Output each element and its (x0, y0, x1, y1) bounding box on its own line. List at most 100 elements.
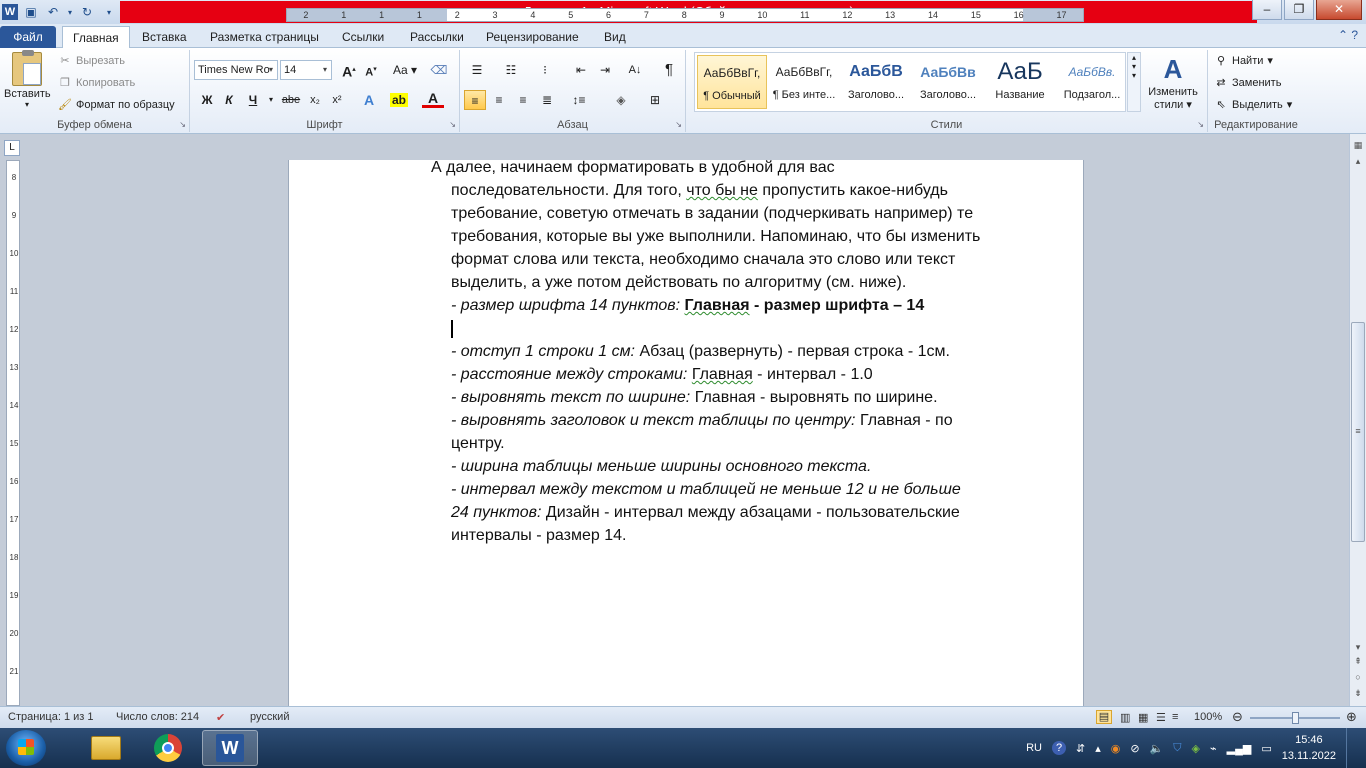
style-heading-2[interactable]: АаБбВв Заголово... (913, 55, 983, 109)
help-icon[interactable]: ⌃ ? (1338, 28, 1358, 42)
borders-icon[interactable]: ⊞ (644, 90, 666, 110)
bold-button[interactable]: Ж (196, 90, 218, 110)
show-marks-button[interactable]: ¶ (658, 60, 680, 80)
tab-page-layout[interactable]: Разметка страницы (200, 26, 329, 48)
vertical-scrollbar[interactable]: ▦ ▴ ≡ ▾ ⇞ ○ ⇟ (1349, 134, 1366, 706)
zoom-out-icon[interactable]: ⊖ (1232, 709, 1243, 725)
tab-home[interactable]: Главная (62, 26, 130, 49)
sort-icon[interactable]: A↓ (624, 60, 646, 80)
previous-page-icon[interactable]: ⇞ (1350, 656, 1366, 667)
tab-review[interactable]: Рецензирование (476, 26, 589, 48)
signal-icon[interactable]: ▂▄▆ (1227, 742, 1252, 755)
show-desktop-button[interactable] (1346, 728, 1356, 768)
usb-icon[interactable]: ⌁ (1210, 742, 1217, 755)
word-taskbar-button[interactable]: W (202, 730, 258, 766)
format-painter-button[interactable]: 🖌 Формат по образцу (58, 98, 175, 112)
scroll-up-icon[interactable]: ▴ (1350, 156, 1366, 167)
web-layout-icon[interactable]: ▦ (1138, 711, 1148, 724)
full-screen-reading-icon[interactable]: ▥ (1120, 711, 1130, 724)
network-activity-icon[interactable]: ⇵ (1076, 742, 1085, 755)
decrease-indent-icon[interactable]: ⇤ (570, 60, 592, 80)
word-count[interactable]: Число слов: 214 (116, 711, 199, 723)
maximize-button[interactable]: ❐ (1284, 0, 1314, 20)
font-name-select[interactable]: Times New Ro ▾ (194, 60, 278, 80)
print-layout-icon[interactable]: ▤ (1096, 710, 1112, 724)
tab-view[interactable]: Вид (594, 26, 636, 48)
align-center-icon[interactable]: ≡ (488, 90, 510, 110)
style-normal[interactable]: АаБбВвГг, ¶ Обычный (697, 55, 767, 109)
font-color-icon[interactable]: A (422, 90, 444, 108)
grow-font-button[interactable]: A▴ (338, 60, 360, 80)
document-page[interactable]: А далее, начинаем форматировать в удобно… (288, 160, 1084, 706)
highlight-icon[interactable]: ab (388, 90, 410, 110)
cut-button[interactable]: ✂ Вырезать (58, 54, 125, 68)
text-effects-icon[interactable]: A (358, 90, 380, 110)
start-button[interactable] (6, 730, 46, 766)
tray-icon-3[interactable]: ◈ (1192, 742, 1200, 755)
show-hidden-icons[interactable]: ▴ (1095, 742, 1101, 755)
copy-button[interactable]: ❐ Копировать (58, 76, 135, 90)
styles-launcher-icon[interactable]: ↘ (1197, 120, 1204, 129)
dropdown-icon[interactable]: ▾ (66, 3, 74, 21)
multilevel-list-icon[interactable]: ⁝ (534, 60, 556, 80)
language-indicator[interactable]: русский (250, 711, 289, 723)
close-button[interactable]: ✕ (1316, 0, 1362, 20)
app-tray-icon[interactable]: ◉ (1111, 742, 1121, 755)
draft-icon[interactable]: ≡ (1172, 711, 1178, 723)
tab-mailings[interactable]: Рассылки (400, 26, 474, 48)
page-count[interactable]: Страница: 1 из 1 (8, 711, 94, 723)
customize-icon[interactable]: ▾ (100, 3, 118, 21)
increase-indent-icon[interactable]: ⇥ (594, 60, 616, 80)
style-title[interactable]: АаБ Название (985, 55, 1055, 109)
select-button[interactable]: ⇖ Выделить ▾ (1214, 98, 1292, 112)
scroll-down-icon[interactable]: ▾ (1350, 642, 1366, 653)
help-icon[interactable]: ? (1052, 741, 1066, 755)
undo-icon[interactable]: ↶ (44, 3, 62, 21)
tab-file[interactable]: Файл (0, 26, 56, 48)
power-icon[interactable]: ▭ (1261, 742, 1271, 755)
save-icon[interactable]: ▣ (22, 3, 40, 21)
tray-icon-2[interactable]: ⊘ (1130, 742, 1139, 755)
explorer-taskbar-button[interactable] (78, 730, 134, 766)
horizontal-ruler[interactable]: 2 1 1 1 2 3 4 5 6 7 8 9 10 11 12 13 14 15 16 17 (286, 8, 1084, 22)
clipboard-launcher-icon[interactable]: ↘ (179, 120, 186, 129)
font-size-select[interactable]: 14 ▾ (280, 60, 332, 80)
redo-icon[interactable]: ↻ (78, 3, 96, 21)
change-case-button[interactable]: Aa ▾ (390, 60, 420, 80)
tab-references[interactable]: Ссылки (332, 26, 394, 48)
style-subtitle[interactable]: АаБбВв. Подзагол... (1057, 55, 1127, 109)
outline-icon[interactable]: ☰ (1156, 711, 1166, 724)
font-launcher-icon[interactable]: ↘ (449, 120, 456, 129)
strikethrough-button[interactable]: abe (278, 90, 304, 110)
zoom-in-icon[interactable]: ⊕ (1346, 709, 1357, 725)
security-icon[interactable]: ⛉ (1173, 742, 1181, 755)
volume-icon[interactable]: 🔈 (1150, 742, 1164, 755)
minimize-button[interactable]: – (1252, 0, 1282, 20)
zoom-level[interactable]: 100% (1194, 711, 1222, 723)
document-body[interactable]: А далее, начинаем форматировать в удобно… (431, 160, 1027, 547)
styles-gallery-scroll[interactable]: ▴ ▾ ▾ (1127, 52, 1141, 112)
shading-icon[interactable]: ◈ (610, 90, 632, 110)
justify-icon[interactable]: ≣ (536, 90, 558, 110)
superscript-button[interactable]: x² (326, 90, 348, 110)
paste-button[interactable]: Вставить ▾ (4, 50, 51, 109)
clear-formatting-icon[interactable]: ⌫ (428, 60, 450, 80)
replace-button[interactable]: ⇄ Заменить (1214, 76, 1281, 90)
bullets-icon[interactable]: ☰ (466, 60, 488, 80)
align-right-icon[interactable]: ≡ (512, 90, 534, 110)
word-logo-icon[interactable]: W (2, 4, 18, 20)
align-left-icon[interactable]: ≡ (464, 90, 486, 110)
ruler-toggle-icon[interactable]: ▦ (1350, 140, 1366, 151)
change-styles-button[interactable]: A Изменить стили ▾ (1144, 52, 1202, 111)
line-spacing-icon[interactable]: ↕≡ (568, 90, 590, 110)
chrome-taskbar-button[interactable] (140, 730, 196, 766)
find-button[interactable]: ⚲ Найти ▾ (1214, 54, 1273, 68)
paragraph-launcher-icon[interactable]: ↘ (675, 120, 682, 129)
subscript-button[interactable]: x₂ (304, 90, 326, 110)
clock[interactable]: 15:46 13.11.2022 (1282, 732, 1336, 764)
tab-selector-icon[interactable]: L (4, 140, 20, 156)
italic-button[interactable]: К (218, 90, 240, 110)
tab-insert[interactable]: Вставка (132, 26, 197, 48)
style-heading-1[interactable]: АаБбВ Заголово... (841, 55, 911, 109)
proofing-icon[interactable]: ✔ (216, 711, 225, 724)
